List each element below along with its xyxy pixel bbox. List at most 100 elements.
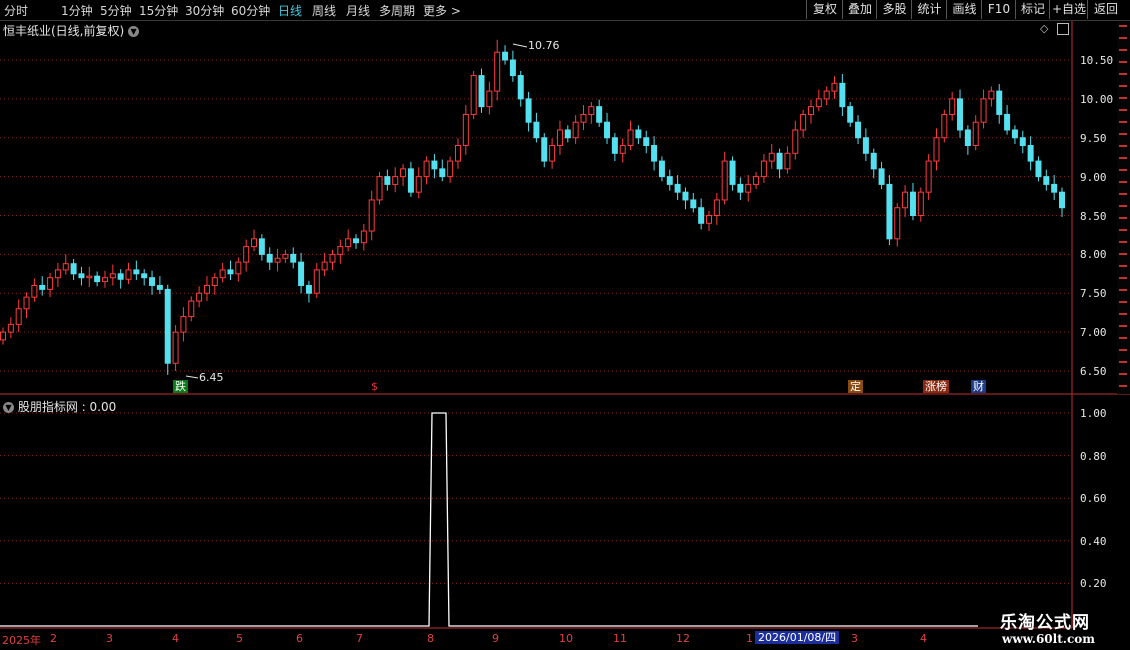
price-label: 10.50 [1080, 54, 1114, 67]
indicator-label: 1.00 [1080, 407, 1107, 420]
candle-body [847, 106, 854, 123]
candle-body [0, 331, 6, 341]
candle-body [1004, 113, 1011, 131]
right-scrollbar[interactable] [1117, 21, 1130, 394]
candle-body [580, 113, 587, 123]
candle-body [721, 160, 728, 201]
candle-body [125, 269, 132, 280]
candle-body [266, 253, 273, 263]
price-label: 9.00 [1080, 171, 1107, 184]
kline-chart[interactable] [0, 0, 1130, 650]
candle-body [972, 121, 979, 147]
candle-body [86, 275, 93, 279]
candle-body [1051, 183, 1058, 193]
scroll-tick [1119, 25, 1127, 27]
candle-body [15, 308, 22, 325]
scroll-tick [1119, 205, 1127, 207]
candle-body [70, 263, 77, 275]
price-label: 7.50 [1080, 287, 1107, 300]
stock-title-text: 恒丰纸业(日线,前复权) [3, 24, 125, 38]
candle-body [109, 273, 116, 279]
event-mark-finance[interactable]: 财 [971, 380, 986, 393]
candle-body [172, 331, 179, 364]
scroll-tick [1119, 157, 1127, 159]
scroll-tick [1119, 61, 1127, 63]
chevron-down-icon[interactable]: ▼ [128, 26, 140, 37]
time-label: 10 [559, 632, 573, 645]
price-label: 6.50 [1080, 365, 1107, 378]
candle-body [682, 191, 689, 201]
candle-body [964, 129, 971, 147]
event-mark-top-list[interactable]: 涨榜 [923, 380, 949, 393]
scroll-tick [1119, 181, 1127, 183]
candle-body [290, 253, 297, 263]
candle-body [258, 238, 265, 255]
candle-body [478, 75, 485, 108]
candle-body [517, 75, 524, 100]
event-mark-fixed[interactable]: 定 [848, 380, 863, 393]
candle-body [313, 269, 320, 294]
candle-body [502, 51, 509, 61]
candle-body [729, 160, 736, 185]
candle-body [392, 176, 399, 185]
scroll-tick [1119, 265, 1127, 267]
selected-date-badge: 2026/01/08/四 [755, 631, 840, 644]
indicator-label: 0.60 [1080, 492, 1107, 505]
candle-body [337, 246, 344, 255]
candle-body [706, 215, 712, 224]
candle-body [957, 98, 964, 131]
candle-body [768, 152, 775, 162]
price-label: 8.00 [1080, 248, 1107, 261]
scroll-tick [1119, 277, 1127, 279]
candle-body [604, 121, 611, 139]
time-label: 4 [172, 632, 179, 645]
candle-body [298, 261, 305, 286]
candle-body [439, 168, 446, 178]
candle-body [211, 277, 218, 286]
candle-body [572, 121, 579, 139]
scroll-tick [1119, 229, 1127, 231]
candle-body [831, 82, 838, 92]
stock-title[interactable]: 恒丰纸业(日线,前复权) ▼ [3, 22, 140, 39]
candle-body [407, 168, 414, 193]
candle-body [627, 129, 634, 147]
scroll-tick [1119, 289, 1127, 291]
candle-body [274, 257, 281, 263]
candle-body [305, 284, 312, 294]
time-label: 3 [851, 632, 858, 645]
price-label: 7.00 [1080, 326, 1107, 339]
time-label: 12 [676, 632, 690, 645]
candle-body [800, 113, 807, 131]
candle-body [533, 121, 540, 139]
layout-icon[interactable] [1057, 23, 1069, 35]
indicator-line [0, 412, 978, 627]
indicator-label: 0.80 [1080, 450, 1107, 463]
candle-body [635, 129, 642, 139]
candle-body [643, 137, 650, 147]
candle-body [862, 137, 869, 154]
scroll-tick [1119, 133, 1127, 135]
candle-body [988, 90, 995, 100]
chevron-down-icon[interactable]: ▼ [3, 402, 14, 413]
indicator-title[interactable]: ▼ 股朋指标网 : 0.00 [3, 398, 116, 415]
event-mark-fall[interactable]: 跌 [173, 380, 188, 393]
watermark-title: 乐淘公式网 [1000, 613, 1090, 633]
scroll-tick [1119, 313, 1127, 315]
candle-body [666, 176, 673, 185]
candle-body [62, 263, 69, 271]
candle-body [909, 191, 916, 217]
scroll-tick [1119, 301, 1127, 303]
diamond-icon[interactable]: ◇ [1040, 22, 1048, 35]
candle-body [447, 160, 454, 178]
time-label: 5 [236, 632, 243, 645]
candle-body [690, 199, 697, 209]
time-label: 7 [356, 632, 363, 645]
high-marker-line [512, 43, 528, 48]
event-mark-dollar[interactable]: $ [369, 380, 380, 393]
candle-body [94, 275, 101, 283]
candle-body [462, 113, 469, 147]
candle-body [282, 253, 289, 259]
candle-body [235, 261, 242, 275]
time-label: 11 [613, 632, 627, 645]
scroll-tick [1119, 325, 1127, 327]
